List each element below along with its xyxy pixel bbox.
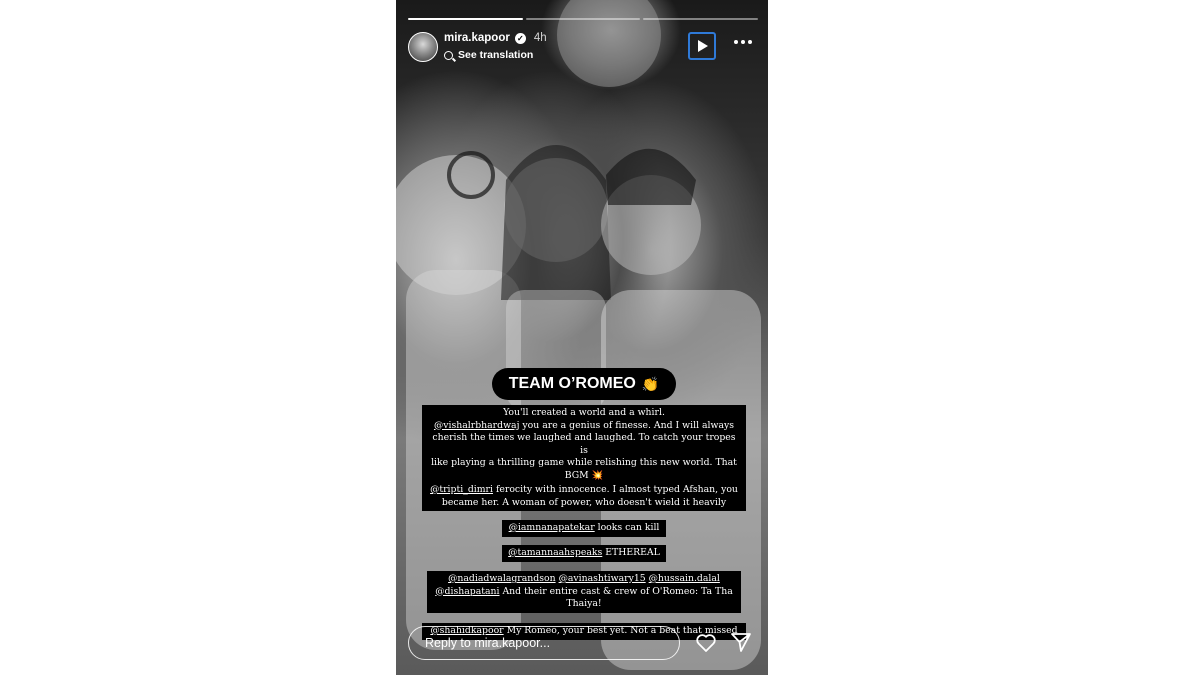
- translate-icon: [444, 50, 453, 60]
- story-progress-bar: [408, 18, 759, 20]
- heart-icon[interactable]: [694, 630, 718, 654]
- caption-line: became her. A woman of power, who doesn'…: [428, 497, 740, 510]
- reply-bar[interactable]: [408, 626, 680, 660]
- mention-link[interactable]: @dishapatani: [435, 586, 499, 597]
- caption-box: @nadiadwalagrandson @avinashtiwary15 @hu…: [427, 571, 741, 613]
- story-viewer[interactable]: mira.kapoor ✓ 4h See translation TEAM O’…: [396, 0, 768, 675]
- avatar[interactable]: [408, 32, 438, 62]
- caption-line: @tripti_dimri ferocity with innocence. I…: [428, 484, 740, 497]
- progress-segment: [643, 18, 759, 20]
- caption-line: like playing a thrilling game while reli…: [428, 457, 740, 470]
- username[interactable]: mira.kapoor: [444, 32, 510, 44]
- play-button[interactable]: [688, 32, 716, 60]
- caption-box: @tamannaahspeaks ETHEREAL: [502, 545, 666, 562]
- play-icon: [698, 40, 708, 52]
- more-options-icon: [748, 40, 752, 44]
- story-header: mira.kapoor ✓ 4h See translation: [408, 32, 756, 66]
- team-sticker-text: TEAM O’ROMEO: [508, 375, 636, 392]
- progress-segment: [408, 18, 523, 20]
- caption-text: became her. A woman of power, who doesn'…: [441, 496, 727, 508]
- mention-link[interactable]: @vishalrbhardwaj: [434, 420, 520, 431]
- caption-box: @tripti_dimri ferocity with innocence. I…: [422, 482, 746, 511]
- caption-text: You'll created a world and a whirl.: [503, 407, 665, 418]
- verified-badge-icon: ✓: [514, 32, 526, 44]
- reply-input[interactable]: [409, 627, 679, 659]
- caption-text: like playing a thrilling game while reli…: [431, 457, 737, 468]
- see-translation-link[interactable]: See translation: [444, 49, 533, 61]
- caption-line: BGM 💥: [428, 470, 740, 483]
- caption-line: @vishalrbhardwaj you are a genius of fin…: [428, 420, 740, 433]
- more-options-button[interactable]: [734, 40, 752, 44]
- mention-link[interactable]: @nadiadwalagrandson: [448, 573, 556, 584]
- caption-text: ferocity with innocence. I almost typed …: [492, 484, 738, 495]
- progress-fill: [408, 18, 523, 20]
- mention-link[interactable]: @iamnanapatekar: [509, 522, 595, 533]
- caption-box: @iamnanapatekar looks can kill: [502, 520, 666, 537]
- more-options-icon: [734, 40, 738, 44]
- mention-link[interactable]: @tripti_dimri: [430, 484, 493, 495]
- mention-link[interactable]: @hussain.dalal: [649, 573, 720, 584]
- caption-text: Thaiya!: [566, 598, 602, 609]
- caption-text: ETHEREAL: [602, 547, 660, 558]
- caption-line: @nadiadwalagrandson @avinashtiwary15 @hu…: [433, 573, 735, 586]
- see-translation-label: See translation: [458, 49, 534, 61]
- caption-line: @iamnanapatekar looks can kill: [508, 522, 660, 535]
- caption-line: cherish the times we laughed and laughed…: [428, 432, 740, 457]
- caption-line: Thaiya!: [433, 598, 735, 611]
- caption-text: looks can kill: [594, 522, 660, 533]
- caption-text: cherish the times we laughed and laughed…: [432, 432, 736, 456]
- caption-line: @dishapatani And their entire cast & cre…: [433, 586, 735, 599]
- more-options-icon: [741, 40, 745, 44]
- mention-link[interactable]: @tamannaahspeaks: [508, 547, 602, 558]
- post-time: 4h: [533, 32, 547, 44]
- caption-line: You'll created a world and a whirl.: [428, 407, 740, 420]
- caption-line: @tamannaahspeaks ETHEREAL: [508, 547, 660, 560]
- clap-icon: 👏: [641, 375, 660, 392]
- mention-link[interactable]: @avinashtiwary15: [559, 573, 646, 584]
- caption-text: And their entire cast & crew of O'Romeo:…: [499, 585, 733, 597]
- team-sticker: TEAM O’ROMEO 👏: [492, 368, 676, 400]
- progress-segment: [525, 18, 641, 20]
- send-icon[interactable]: [729, 630, 753, 654]
- emoji-icon: 💥: [591, 469, 604, 481]
- caption-text: you are a genius of finesse. And I will …: [519, 419, 735, 431]
- user-line: mira.kapoor ✓ 4h: [444, 32, 547, 44]
- caption-box: You'll created a world and a whirl. @vish…: [422, 405, 746, 484]
- caption-text: BGM: [564, 469, 592, 481]
